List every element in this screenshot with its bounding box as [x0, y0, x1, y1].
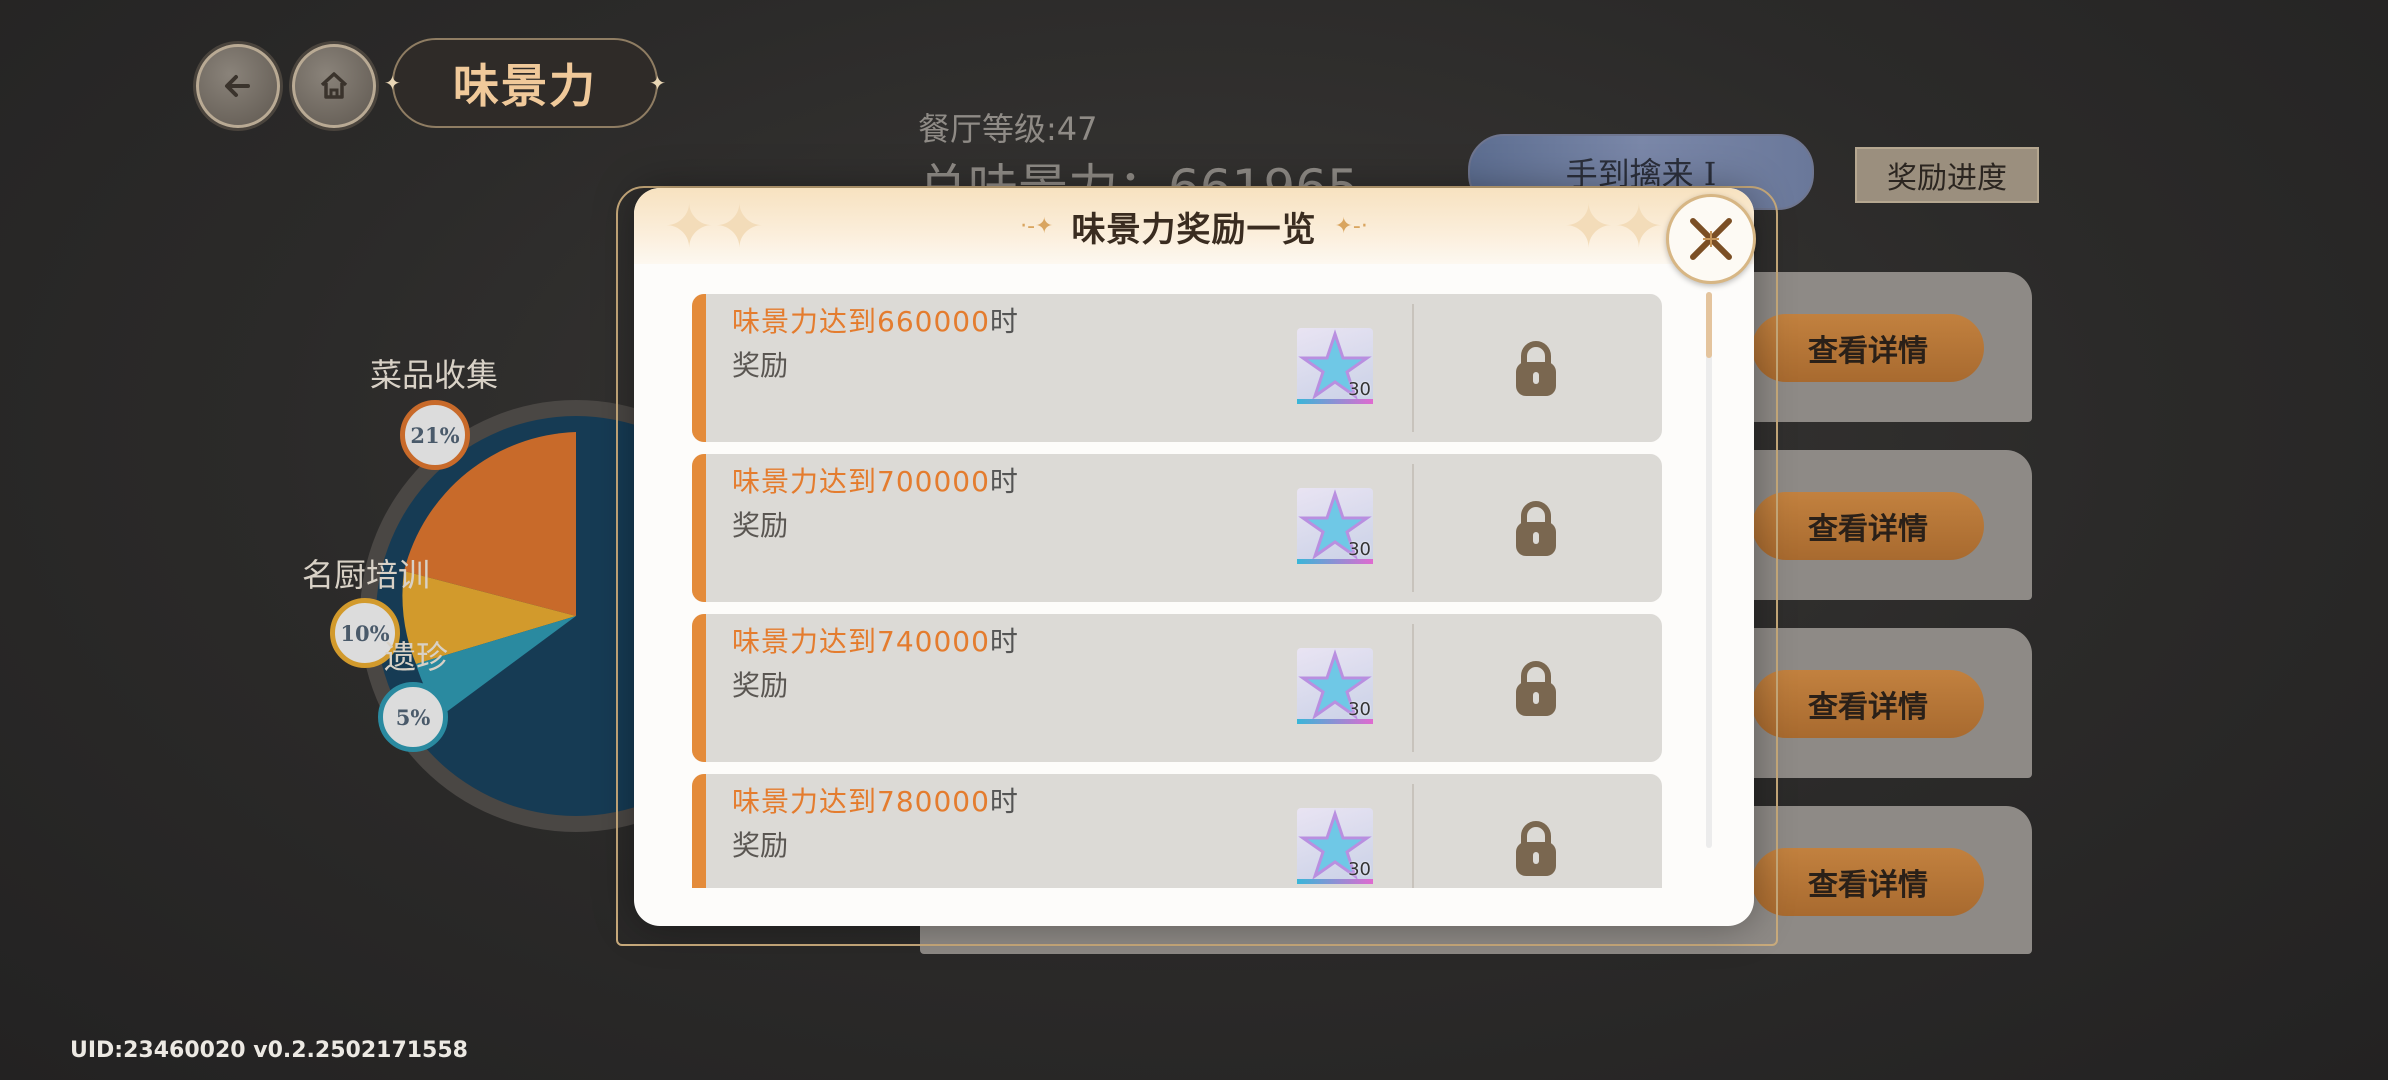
- reward-threshold-suffix: 时: [989, 625, 1019, 658]
- sparkle-icon: ✦✦: [664, 192, 765, 262]
- close-button[interactable]: [1666, 194, 1756, 284]
- row-accent: [692, 294, 706, 442]
- reward-sub: 奖励: [732, 509, 789, 542]
- reward-row: 味景力达到740000时 奖励 30: [692, 614, 1662, 762]
- reward-condition: 味景力达到700000时: [732, 460, 1019, 500]
- modal-header: ✦✦ ·-✦ 味景力奖励一览 ✦-· ✦✦: [634, 188, 1754, 264]
- back-arrow-icon: [225, 75, 250, 97]
- lock-icon: [1516, 501, 1556, 556]
- scrollbar-track[interactable]: [1706, 292, 1712, 848]
- pct-bubble-relic: 5%: [378, 682, 448, 752]
- reward-row: 味景力达到700000时 奖励 30: [692, 454, 1662, 602]
- lock-icon: [1516, 821, 1556, 876]
- home-button[interactable]: [292, 44, 376, 128]
- row-divider: [1412, 304, 1414, 432]
- reward-threshold-suffix: 时: [989, 465, 1019, 498]
- row-accent: [692, 774, 706, 888]
- reward-list-modal: ✦✦ ·-✦ 味景力奖励一览 ✦-· ✦✦ 味景力达到660000时 奖励 30…: [634, 188, 1754, 926]
- lock-icon: [1516, 341, 1556, 396]
- view-details-button[interactable]: 查看详情: [1752, 314, 1984, 382]
- row-divider: [1412, 464, 1414, 592]
- restaurant-level: 餐厅等级:47: [918, 110, 1098, 148]
- uid-version: UID:23460020 v0.2.2502171558: [70, 1038, 468, 1063]
- pct-bubble-dish: 21%: [400, 400, 470, 470]
- reward-item[interactable]: 30: [1297, 328, 1373, 404]
- title-ornament-icon: ·-✦: [1020, 213, 1054, 239]
- view-details-label: 查看详情: [1808, 334, 1928, 369]
- scrollbar-thumb[interactable]: [1706, 292, 1712, 358]
- sparkle-icon: ✦: [384, 71, 401, 95]
- reward-item[interactable]: 30: [1297, 488, 1373, 564]
- row-divider: [1412, 784, 1414, 888]
- pie-label-chef: 名厨培训: [302, 556, 431, 594]
- page-title-plate: ✦ 味景力 ✦: [384, 38, 666, 128]
- view-details-label: 查看详情: [1808, 690, 1928, 725]
- sparkle-icon: ✦✦: [1563, 192, 1664, 262]
- back-button[interactable]: [196, 44, 280, 128]
- view-details-button[interactable]: 查看详情: [1752, 670, 1984, 738]
- page-title: 味景力: [453, 59, 597, 113]
- pie-label-dish: 菜品收集: [370, 356, 499, 394]
- lock-icon: [1516, 661, 1556, 716]
- modal-title: 味景力奖励一览: [1071, 209, 1317, 250]
- reward-item[interactable]: 30: [1297, 808, 1373, 884]
- sparkle-icon: ✦: [649, 71, 666, 95]
- reward-sub: 奖励: [732, 349, 789, 382]
- reward-quantity: 30: [1348, 699, 1371, 720]
- reward-progress-button[interactable]: 奖励进度: [1855, 147, 2039, 203]
- title-ornament-icon: ✦-·: [1334, 213, 1368, 239]
- view-details-label: 查看详情: [1808, 868, 1928, 903]
- reward-quantity: 30: [1348, 859, 1371, 880]
- reward-threshold: 味景力达到740000: [732, 625, 990, 658]
- reward-threshold: 味景力达到700000: [732, 465, 990, 498]
- reward-progress-label: 奖励进度: [1887, 161, 2007, 196]
- view-details-button[interactable]: 查看详情: [1752, 492, 1984, 560]
- reward-condition: 味景力达到780000时: [732, 780, 1019, 820]
- reward-threshold-suffix: 时: [989, 305, 1019, 338]
- reward-threshold: 味景力达到660000: [732, 305, 990, 338]
- reward-list[interactable]: 味景力达到660000时 奖励 30 味景力达到700000时 奖励 30 味景…: [692, 294, 1672, 888]
- close-x-icon: [1690, 218, 1732, 260]
- reward-row: 味景力达到780000时 奖励 30: [692, 774, 1662, 888]
- home-icon: [320, 72, 348, 99]
- reward-quantity: 30: [1348, 539, 1371, 560]
- reward-threshold: 味景力达到780000: [732, 785, 990, 818]
- reward-sub: 奖励: [732, 669, 789, 702]
- row-divider: [1412, 624, 1414, 752]
- reward-item[interactable]: 30: [1297, 648, 1373, 724]
- pie-label-relic: 遗珍: [384, 638, 449, 676]
- reward-condition: 味景力达到740000时: [732, 620, 1019, 660]
- reward-sub: 奖励: [732, 829, 789, 862]
- row-accent: [692, 614, 706, 762]
- reward-row: 味景力达到660000时 奖励 30: [692, 294, 1662, 442]
- row-accent: [692, 454, 706, 602]
- view-details-button[interactable]: 查看详情: [1752, 848, 1984, 916]
- view-details-label: 查看详情: [1808, 512, 1928, 547]
- reward-condition: 味景力达到660000时: [732, 300, 1019, 340]
- reward-quantity: 30: [1348, 379, 1371, 400]
- reward-threshold-suffix: 时: [989, 785, 1019, 818]
